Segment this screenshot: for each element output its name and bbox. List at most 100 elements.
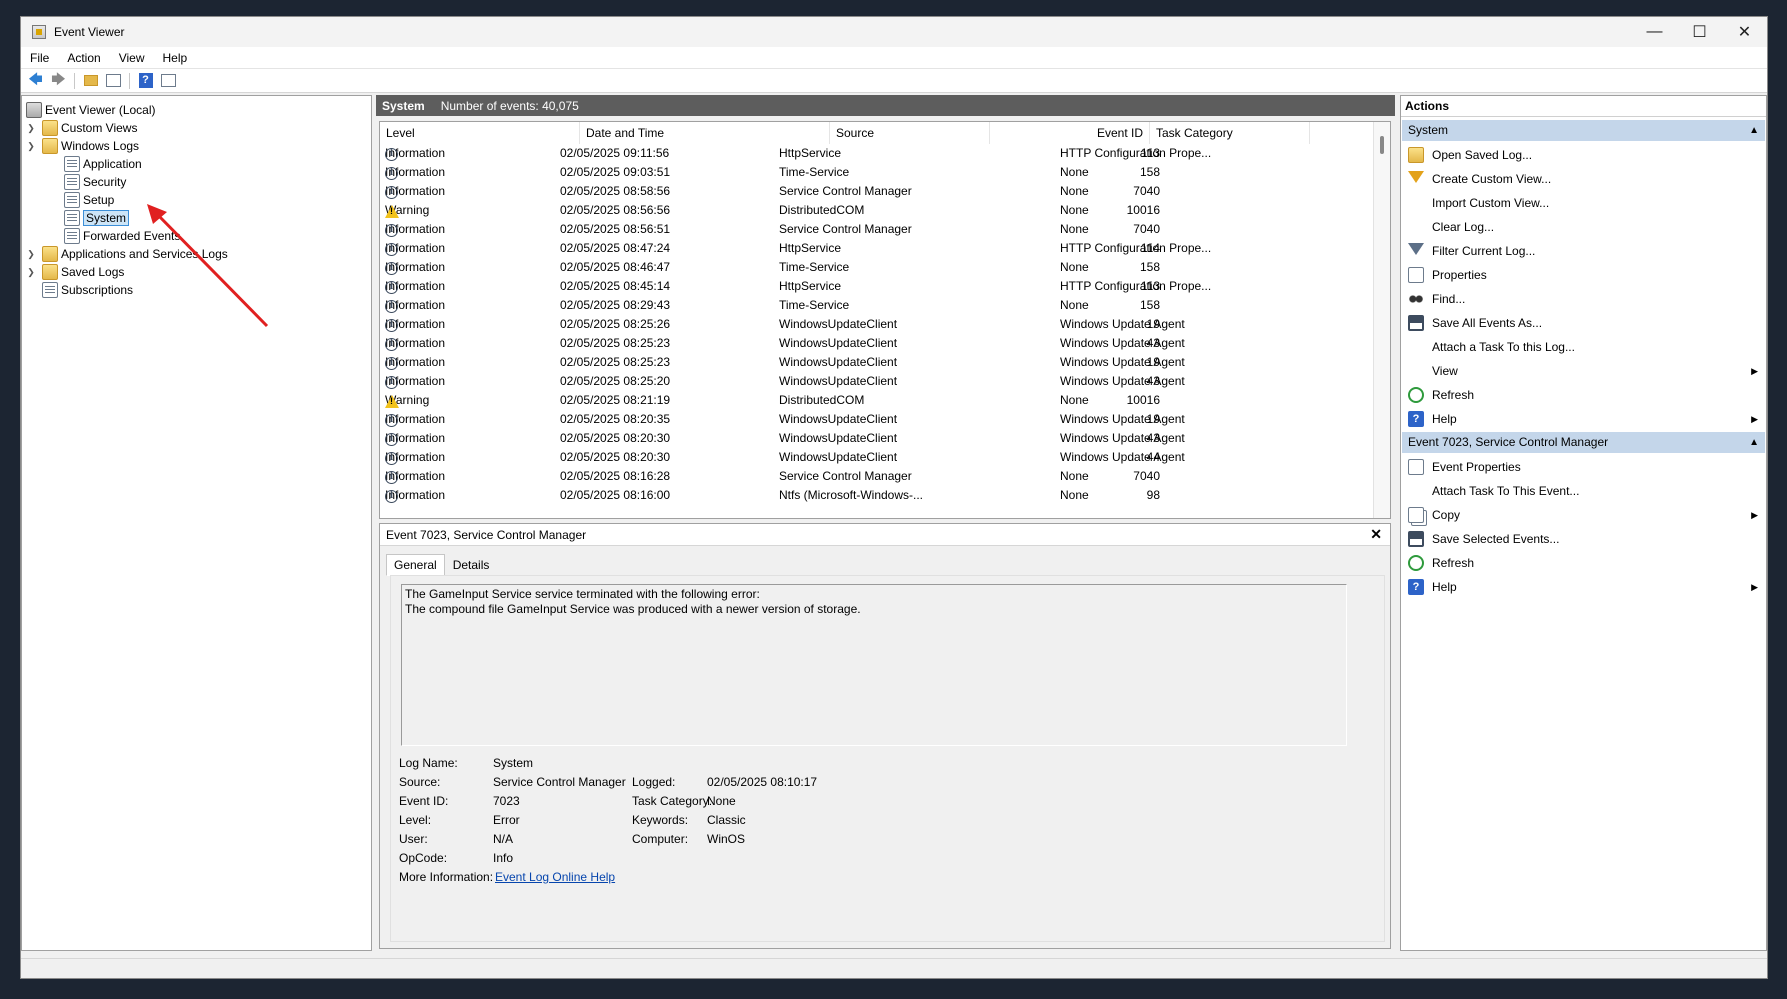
menu-action[interactable]: Action	[58, 51, 109, 65]
action-help[interactable]: ? Help ▶	[1402, 407, 1765, 431]
tree-item-event-viewer-local[interactable]: Event Viewer (Local)	[26, 101, 156, 119]
up-folder-icon[interactable]	[81, 72, 100, 90]
value-source: Service Control Manager	[493, 775, 626, 789]
action-label: Filter Current Log...	[1432, 244, 1536, 258]
action-event-event-properties[interactable]: Event Properties	[1402, 455, 1765, 479]
collapse-arrow-icon[interactable]: ▲	[1749, 120, 1759, 141]
information-icon: i	[385, 319, 398, 332]
tree-item-setup[interactable]: Setup	[64, 191, 114, 209]
tree-item-security[interactable]: Security	[64, 173, 126, 191]
action-label: Create Custom View...	[1432, 172, 1552, 186]
table-row[interactable]: Warning 02/05/2025 08:56:56 DistributedCOM…	[380, 201, 1370, 220]
status-bar	[21, 958, 1767, 978]
action-label: Help	[1432, 580, 1457, 594]
cell-level: i Information	[385, 222, 445, 237]
cell-date-time: 02/05/2025 09:03:51	[560, 165, 671, 179]
action-open-saved-log[interactable]: Open Saved Log...	[1402, 143, 1765, 167]
action-clear-log[interactable]: Clear Log...	[1402, 215, 1765, 239]
tree-item-saved-logs[interactable]: ❯ Saved Logs	[26, 263, 124, 281]
log-header: System Number of events: 40,075	[376, 95, 1395, 116]
action-refresh[interactable]: Refresh	[1402, 383, 1765, 407]
table-row[interactable]: i Information 02/05/2025 08:25:23 WindowsUp…	[380, 353, 1370, 372]
action-event-attach-task-to-this-event[interactable]: Attach Task To This Event...	[1402, 479, 1765, 503]
event-detail-pane: Event 7023, Service Control Manager ✕ Ge…	[379, 523, 1391, 949]
action-find[interactable]: Find...	[1402, 287, 1765, 311]
help-icon[interactable]: ?	[136, 72, 155, 90]
collapse-arrow-icon[interactable]: ▲	[1749, 432, 1759, 453]
chevron-right-icon[interactable]: ❯	[26, 267, 36, 278]
back-arrow-icon[interactable]: 🡄	[26, 71, 45, 90]
chevron-right-icon[interactable]: ❯	[26, 249, 36, 260]
information-icon: i	[385, 224, 398, 237]
value-task-category: None	[707, 794, 736, 808]
forward-arrow-icon[interactable]: 🡆	[49, 71, 68, 90]
table-row[interactable]: i Information 02/05/2025 08:20:30 WindowsUp…	[380, 448, 1370, 467]
action-filter-current-log[interactable]: Filter Current Log...	[1402, 239, 1765, 263]
cell-source: WindowsUpdateClient	[779, 412, 898, 426]
action-properties[interactable]: Properties	[1402, 263, 1765, 287]
event-description[interactable]: The GameInput Service service terminated…	[401, 584, 1347, 746]
tree-item-subscriptions[interactable]: Subscriptions	[42, 281, 133, 299]
table-row[interactable]: i Information 02/05/2025 08:25:23 WindowsUp…	[380, 334, 1370, 353]
close-icon[interactable]: ✕	[1370, 526, 1382, 543]
event-log-online-help-link[interactable]: Event Log Online Help	[495, 870, 615, 884]
table-row[interactable]: i Information 02/05/2025 08:25:26 WindowsUp…	[380, 315, 1370, 334]
table-row[interactable]: i Information 02/05/2025 08:20:30 WindowsUp…	[380, 429, 1370, 448]
action-event-save-selected-events[interactable]: Save Selected Events...	[1402, 527, 1765, 551]
show-hide-console-tree-icon[interactable]	[104, 72, 123, 90]
maximize-button[interactable]: ☐	[1677, 17, 1722, 47]
cell-event-id: 10016	[1126, 393, 1160, 407]
table-row[interactable]: i Information 02/05/2025 08:46:47 Time-Serv…	[380, 258, 1370, 277]
minimize-button[interactable]: —	[1632, 17, 1677, 47]
table-row[interactable]: i Information 02/05/2025 08:29:43 Time-Serv…	[380, 296, 1370, 315]
menu-file[interactable]: File	[21, 51, 58, 65]
tree-item-application[interactable]: Application	[64, 155, 142, 173]
tree-item-windows-logs[interactable]: ❯ Windows Logs	[26, 137, 139, 155]
tree-item-custom-views[interactable]: ❯ Custom Views	[26, 119, 137, 137]
table-row[interactable]: i Information 02/05/2025 08:16:28 Service C…	[380, 467, 1370, 486]
column-header-level[interactable]: Level	[380, 122, 580, 144]
folder-icon	[42, 264, 58, 280]
actions-section-system[interactable]: System ▲	[1402, 120, 1765, 141]
table-row[interactable]: i Information 02/05/2025 08:45:14 HttpServi…	[380, 277, 1370, 296]
column-header-date-time[interactable]: Date and Time	[580, 122, 830, 144]
column-header-task-category[interactable]: Task Category	[1150, 122, 1310, 144]
show-hide-action-pane-icon[interactable]	[159, 72, 178, 90]
action-view[interactable]: View ▶	[1402, 359, 1765, 383]
table-row[interactable]: i Information 02/05/2025 09:03:51 Time-Serv…	[380, 163, 1370, 182]
action-create-custom-view[interactable]: Create Custom View...	[1402, 167, 1765, 191]
submenu-arrow-icon: ▶	[1751, 510, 1758, 520]
close-button[interactable]: ✕	[1722, 17, 1767, 47]
tab-details[interactable]: Details	[445, 554, 498, 576]
tab-general[interactable]: General	[386, 554, 445, 576]
cell-date-time: 02/05/2025 08:46:47	[560, 260, 671, 274]
action-event-help[interactable]: ? Help ▶	[1402, 575, 1765, 599]
actions-section-event[interactable]: Event 7023, Service Control Manager ▲	[1402, 432, 1765, 453]
cell-source: Ntfs (Microsoft-Windows-...	[779, 488, 924, 502]
table-row[interactable]: i Information 02/05/2025 08:47:24 HttpServi…	[380, 239, 1370, 258]
table-row[interactable]: i Information 02/05/2025 08:58:56 Service C…	[380, 182, 1370, 201]
chevron-right-icon[interactable]: ❯	[26, 123, 36, 134]
table-row[interactable]: Warning 02/05/2025 08:21:19 DistributedCOM…	[380, 391, 1370, 410]
action-save-all-events-as[interactable]: Save All Events As...	[1402, 311, 1765, 335]
column-header-event-id[interactable]: Event ID	[990, 122, 1150, 144]
table-row[interactable]: i Information 02/05/2025 08:16:00 Ntfs (Mic…	[380, 486, 1370, 505]
column-header-source[interactable]: Source	[830, 122, 990, 144]
chevron-down-icon[interactable]: ❯	[26, 141, 36, 152]
tree-item-system[interactable]: System	[64, 209, 130, 227]
cell-level: Warning	[385, 203, 429, 218]
action-attach-a-task-to-this-log[interactable]: Attach a Task To this Log...	[1402, 335, 1765, 359]
action-import-custom-view[interactable]: Import Custom View...	[1402, 191, 1765, 215]
table-row[interactable]: i Information 02/05/2025 08:56:51 Service C…	[380, 220, 1370, 239]
table-row[interactable]: i Information 02/05/2025 09:11:56 HttpServi…	[380, 144, 1370, 163]
cell-event-id: 158	[1139, 260, 1160, 274]
menu-view[interactable]: View	[110, 51, 154, 65]
table-row[interactable]: i Information 02/05/2025 08:25:20 WindowsUp…	[380, 372, 1370, 391]
information-icon: i	[385, 433, 398, 446]
table-row[interactable]: i Information 02/05/2025 08:20:35 WindowsUp…	[380, 410, 1370, 429]
menu-help[interactable]: Help	[154, 51, 197, 65]
scrollbar-thumb[interactable]	[1380, 136, 1384, 154]
action-event-refresh[interactable]: Refresh	[1402, 551, 1765, 575]
events-scrollbar[interactable]	[1373, 122, 1390, 518]
action-event-copy[interactable]: Copy ▶	[1402, 503, 1765, 527]
